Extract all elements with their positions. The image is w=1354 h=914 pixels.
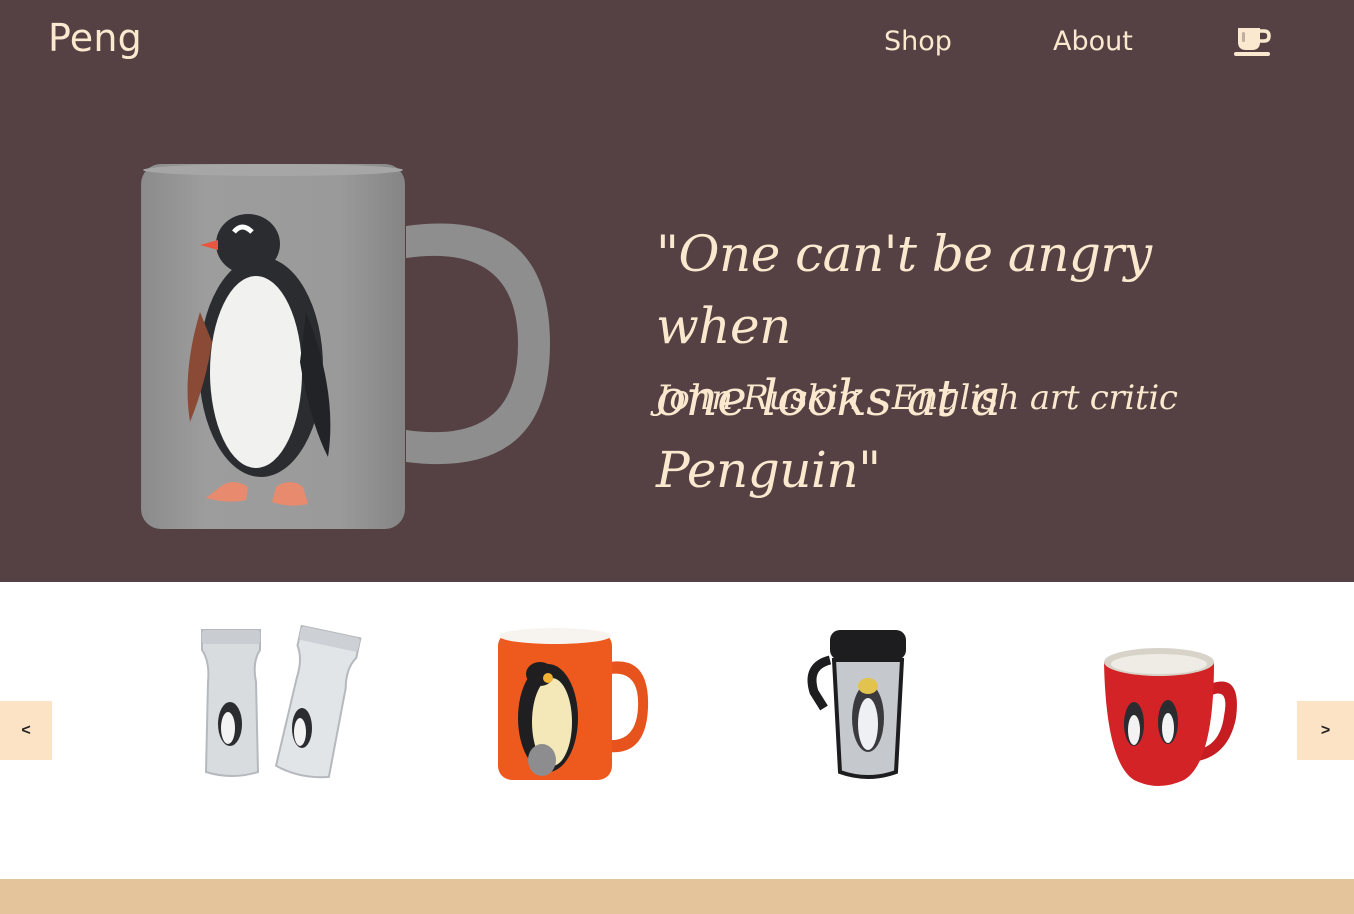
penguin-mug-image [138, 162, 554, 534]
red-penguin-mug-image[interactable] [1092, 622, 1262, 792]
brand-logo[interactable]: Peng [48, 16, 142, 60]
product-carousel: < > [0, 582, 1354, 879]
hero-quote: "One can't be angry when one looks at a … [656, 218, 1236, 506]
nav-shop-link[interactable]: Shop [884, 26, 952, 57]
coffee-cup-icon[interactable] [1232, 24, 1272, 58]
orange-emperor-penguin-mug-image[interactable] [492, 622, 662, 792]
carousel-prev-button[interactable]: < [0, 701, 52, 760]
quote-line-1: "One can't be angry when [656, 225, 1152, 355]
carousel-next-button[interactable]: > [1297, 701, 1354, 760]
steel-penguin-travel-mug-image[interactable] [792, 622, 962, 792]
penguin-travel-tumblers-image[interactable] [192, 622, 362, 792]
nav-about-link[interactable]: About [1053, 26, 1133, 57]
quote-attribution: John Ruskin - English art critic [656, 378, 1178, 418]
hero-section: Peng Shop About "One can't be angry when… [0, 0, 1354, 582]
footer-strip [0, 879, 1354, 914]
